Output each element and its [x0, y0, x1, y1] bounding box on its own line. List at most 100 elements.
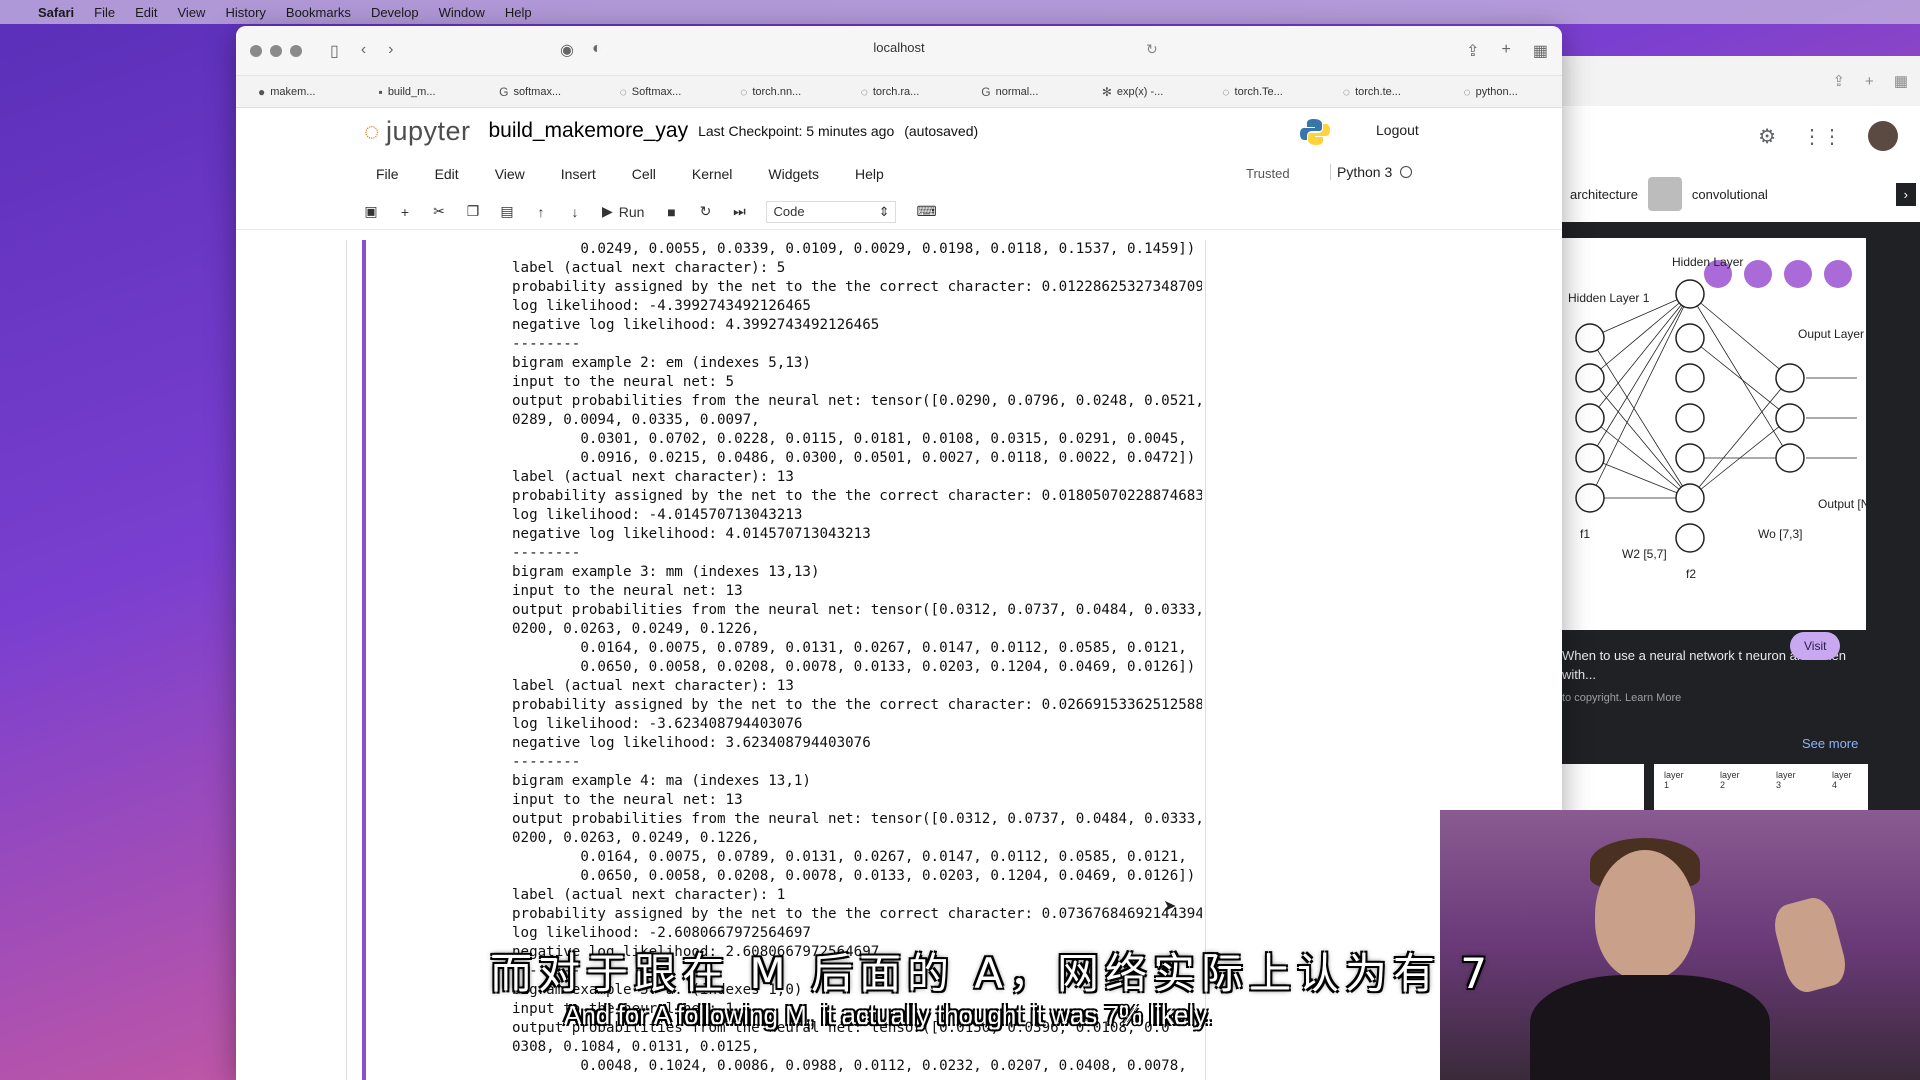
menubar-item-file[interactable]: File [94, 5, 115, 20]
zoom-window-button[interactable] [290, 44, 302, 57]
address-bar[interactable]: localhost [873, 40, 924, 55]
output-line: negative log likelihood: 4.0145707130432… [512, 526, 871, 542]
webcam-overlay [1440, 810, 1920, 1080]
copy-icon[interactable]: ❐ [466, 203, 480, 220]
bookmark-item[interactable]: ✻ exp(x) -... [1080, 85, 1201, 99]
menu-help[interactable]: Help [855, 166, 884, 182]
thumb-label: layer 3 [1776, 770, 1796, 790]
bookmark-item[interactable]: ◌ torch.Te... [1200, 85, 1321, 99]
share-icon[interactable]: ⇪ [1832, 72, 1845, 90]
copyright-note[interactable]: to copyright. Learn More [1562, 692, 1681, 704]
menu-kernel[interactable]: Kernel [692, 166, 732, 182]
kernel-indicator[interactable]: Python 3 [1330, 164, 1413, 180]
apps-grid-icon[interactable]: ⋮⋮ [1802, 124, 1842, 149]
bookmark-item[interactable]: ● makem... [236, 85, 357, 99]
output-line: label (actual next character): 1 [512, 887, 786, 903]
menu-edit[interactable]: Edit [435, 166, 459, 182]
settings-gear-icon[interactable]: ⚙ [1758, 124, 1776, 149]
output-line: bigram example 4: ma (indexes 13,1) [512, 773, 811, 789]
sidebar-icon[interactable]: ▯ [330, 41, 339, 61]
cell-type-select[interactable]: Code ⇕ [766, 200, 897, 223]
menubar-item-edit[interactable]: Edit [135, 5, 157, 20]
window-controls [250, 44, 302, 57]
minimize-window-button[interactable] [270, 44, 282, 57]
chip-convolutional[interactable]: convolutional [1692, 187, 1768, 202]
bookmark-label: softmax... [513, 85, 562, 98]
cut-icon[interactable]: ✂ [432, 203, 446, 220]
run-button[interactable]: ▶ Run [602, 203, 644, 220]
related-thumbnail[interactable] [1562, 764, 1644, 810]
pytorch-icon: ◌ [1222, 84, 1230, 99]
save-icon[interactable]: ▣ [364, 203, 378, 220]
label-w2: W2 [5,7] [1622, 547, 1667, 561]
bookmark-item[interactable]: ◌ python... [1441, 85, 1562, 99]
new-tab-icon[interactable]: + [1865, 73, 1874, 90]
menu-file[interactable]: File [376, 166, 399, 182]
bookmark-item[interactable]: ◌ torch.te... [1321, 85, 1442, 99]
restart-icon[interactable]: ↻ [698, 203, 712, 220]
google-icon: G [981, 84, 991, 99]
stop-icon[interactable]: ■ [664, 204, 678, 220]
bookmark-item[interactable]: ▪ build_m... [357, 85, 478, 99]
bookmark-item[interactable]: Gsoftmax... [477, 85, 598, 99]
notebook-title[interactable]: build_makemore_yay [489, 119, 689, 143]
chevron-right-icon[interactable]: › [1895, 182, 1916, 206]
cell-type-value: Code [773, 203, 805, 219]
output-line: 0200, 0.0263, 0.0249, 0.1226, [512, 621, 760, 637]
menubar-item-help[interactable]: Help [505, 5, 532, 20]
fast-forward-icon[interactable]: ⏭ [732, 203, 746, 220]
output-line: probability assigned by the net to the t… [512, 906, 1202, 922]
jupyter-logo[interactable]: ◌ jupyter [364, 116, 471, 147]
chip-architecture[interactable]: architecture [1570, 187, 1638, 202]
output-line: -------- [512, 754, 581, 770]
menubar-item-bookmarks[interactable]: Bookmarks [286, 5, 351, 20]
menubar-item-history[interactable]: History [225, 5, 265, 20]
python-icon: ◌ [1463, 84, 1471, 99]
shield-icon[interactable]: ◐ [592, 40, 602, 60]
logout-button[interactable]: Logout [1376, 122, 1419, 138]
menu-view[interactable]: View [495, 166, 525, 182]
menu-widgets[interactable]: Widgets [768, 166, 819, 182]
reload-icon[interactable]: ↻ [1146, 41, 1158, 58]
bookmark-item[interactable]: ◌ torch.nn... [718, 85, 839, 99]
move-up-icon[interactable]: ↑ [534, 204, 548, 220]
output-line: 0.0650, 0.0058, 0.0208, 0.0078, 0.0133, … [512, 868, 1196, 884]
visit-button[interactable]: Visit [1790, 632, 1841, 660]
menu-insert[interactable]: Insert [561, 166, 596, 182]
output-line: log likelihood: -4.3992743492126465 [512, 298, 811, 314]
share-icon[interactable]: ⇪ [1466, 41, 1479, 61]
menubar-app-name[interactable]: Safari [38, 5, 74, 20]
move-down-icon[interactable]: ↓ [568, 204, 582, 220]
new-tab-icon[interactable]: + [1502, 41, 1511, 61]
trusted-badge[interactable]: Trusted [1246, 166, 1290, 181]
bookmark-item[interactable]: ◌ torch.ra... [839, 85, 960, 99]
see-more-link[interactable]: See more [1802, 736, 1858, 751]
tab-overview-icon[interactable]: ▦ [1894, 72, 1908, 90]
avatar[interactable] [1868, 121, 1898, 151]
bookmark-item[interactable]: Gnormal... [959, 85, 1080, 99]
menubar-item-develop[interactable]: Develop [371, 5, 419, 20]
forward-icon[interactable]: › [388, 41, 393, 61]
tab-overview-icon[interactable]: ▦ [1533, 41, 1548, 61]
output-line: 0.0650, 0.0058, 0.0208, 0.0078, 0.0133, … [512, 659, 1196, 675]
chip-thumbnail [1647, 177, 1682, 211]
related-thumbnail[interactable]: layer 1 layer 2 layer 3 layer 4 [1654, 764, 1868, 810]
close-window-button[interactable] [250, 44, 262, 57]
neural-network-diagram[interactable]: Hidden Layer 1 Hidden Layer Ouput Layer … [1562, 238, 1883, 630]
safari-titlebar: ▯ ‹ › ◉ ◐ localhost ↻ ⇪ + ▦ [236, 26, 1562, 76]
menubar-item-view[interactable]: View [178, 5, 206, 20]
bookmark-item[interactable]: ◌ Softmax... [598, 85, 719, 99]
kernel-idle-icon [1400, 166, 1413, 178]
chevron-updown-icon: ⇕ [878, 203, 890, 219]
menu-cell[interactable]: Cell [632, 166, 656, 182]
add-cell-icon[interactable]: + [398, 204, 412, 220]
menubar-item-window[interactable]: Window [439, 5, 485, 20]
privacy-report-icon[interactable]: ◉ [560, 40, 574, 60]
secondary-toolbar: ⇪ + ▦ [1562, 56, 1920, 106]
paste-icon[interactable]: ▤ [500, 203, 514, 220]
back-icon[interactable]: ‹ [361, 41, 366, 61]
output-line: 0.0164, 0.0075, 0.0789, 0.0131, 0.0267, … [512, 849, 1187, 865]
window-actions: ⇪ + ▦ [1466, 41, 1548, 61]
keyboard-icon[interactable]: ⌨ [916, 203, 936, 220]
bookmark-label: torch.ra... [872, 85, 920, 98]
